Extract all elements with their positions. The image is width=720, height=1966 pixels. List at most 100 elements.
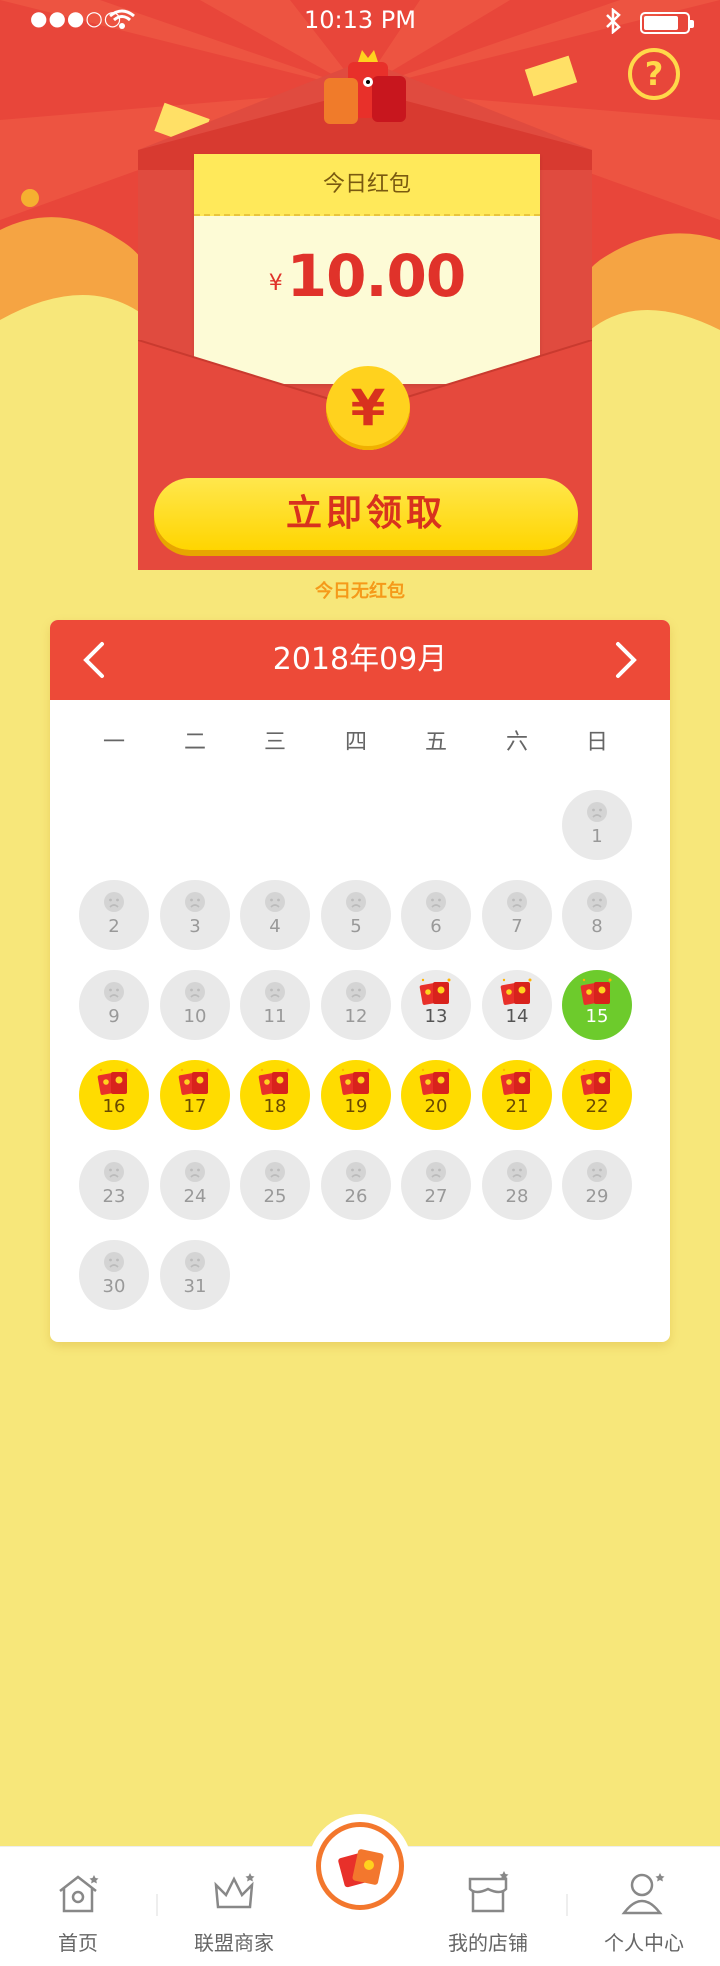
tab-store[interactable]: 我的店铺 [428,1847,548,1966]
day-number: 29 [585,1186,609,1207]
calendar-day[interactable]: 3 [160,880,230,950]
store-icon [468,1871,509,1913]
amount-value: 10.00 [286,242,466,310]
red-packet-icon [500,1068,532,1095]
day-number: 15 [585,1006,609,1027]
crown-icon [214,1873,255,1909]
calendar-day[interactable]: 26 [321,1150,391,1220]
red-packet-icon [258,1068,290,1095]
weekday-row: 一 二 三 四 五 六 日 [50,724,670,764]
calendar-day[interactable]: 1 [562,790,632,860]
day-number: 17 [183,1096,207,1117]
calendar-day[interactable]: 24 [160,1150,230,1220]
calendar-day[interactable]: 17 [160,1060,230,1130]
day-number: 11 [263,1006,287,1027]
calendar-day[interactable]: 5 [321,880,391,950]
sad-face-icon [346,1162,366,1182]
calendar-day[interactable]: 23 [79,1150,149,1220]
bluetooth-icon [606,8,621,34]
weekday-fri: 五 [424,730,447,755]
day-number: 22 [585,1096,609,1117]
home-icon [59,1875,99,1913]
user-icon [621,1873,665,1915]
calendar-day[interactable]: 20 [401,1060,471,1130]
sad-face-icon [265,1162,285,1182]
red-packet-icon [580,1068,612,1095]
calendar-day[interactable]: 25 [240,1150,310,1220]
sad-face-icon [426,1162,446,1182]
calendar-title: 2018年09月 [272,642,448,677]
sad-face-icon [507,892,527,912]
sad-face-icon [185,1252,205,1272]
currency-symbol: ¥ [268,271,283,296]
tab-home[interactable]: 首页 [18,1847,138,1966]
calendar: 2018年09月 一 二 三 四 五 六 日 1 2 3 4 5 6 7 8 9 10 11 12 13… [50,620,670,1342]
calendar-day[interactable]: 12 [321,970,391,1040]
calendar-day[interactable]: 27 [401,1150,471,1220]
red-packet-icon [500,978,532,1005]
calendar-day[interactable]: 9 [79,970,149,1040]
red-packet-hero: 今日红包 ¥10.00 ¥ 立即领取 [0,0,720,600]
calendar-day[interactable]: 29 [562,1150,632,1220]
next-month-button[interactable] [606,638,646,682]
calendar-day[interactable]: 28 [482,1150,552,1220]
sad-face-icon [104,1252,124,1272]
calendar-day[interactable]: 22 [562,1060,632,1130]
packet-amount: ¥10.00 [194,242,540,310]
day-number: 16 [102,1096,126,1117]
question-icon[interactable]: ? [628,48,680,100]
weekday-mon: 一 [102,730,125,755]
day-number: 13 [424,1006,448,1027]
day-number: 19 [344,1096,368,1117]
red-packet-icon [339,1068,371,1095]
tab-profile[interactable]: 个人中心 [584,1847,704,1966]
tab-divider [156,1894,158,1916]
sad-face-icon [185,892,205,912]
calendar-day[interactable]: 21 [482,1060,552,1130]
calendar-day[interactable]: 2 [79,880,149,950]
tab-merchants-label: 联盟商家 [194,1931,274,1955]
calendar-day[interactable]: 19 [321,1060,391,1130]
calendar-day[interactable]: 10 [160,970,230,1040]
sad-face-icon [104,1162,124,1182]
calendar-day[interactable]: 11 [240,970,310,1040]
day-number: 12 [344,1006,368,1027]
day-number: 21 [505,1096,529,1117]
sad-face-icon [426,892,446,912]
calendar-day[interactable]: 7 [482,880,552,950]
day-number: 24 [183,1186,207,1207]
sad-face-icon [346,892,366,912]
calendar-day[interactable]: 31 [160,1240,230,1310]
calendar-header: 2018年09月 [50,620,670,700]
day-number: 18 [263,1096,287,1117]
calendar-day[interactable]: 4 [240,880,310,950]
tab-merchants[interactable]: 联盟商家 [174,1847,294,1966]
sad-face-icon [265,982,285,1002]
weekday-wed: 三 [263,730,286,755]
day-number: 20 [424,1096,448,1117]
day-number: 31 [183,1276,207,1297]
red-packet-icon [419,978,451,1005]
day-number: 28 [505,1186,529,1207]
calendar-day[interactable]: 15 [562,970,632,1040]
coin-icon: ¥ [326,366,410,450]
calendar-day[interactable]: 8 [562,880,632,950]
claim-button[interactable]: 立即领取 [154,478,578,550]
calendar-day[interactable]: 13 [401,970,471,1040]
day-number: 14 [505,1006,529,1027]
day-number: 10 [183,1006,207,1027]
tab-home-label: 首页 [58,1931,98,1955]
packet-title: 今日红包 [194,154,540,216]
calendar-day[interactable]: 30 [79,1240,149,1310]
battery-icon [640,12,694,34]
calendar-day[interactable]: 6 [401,880,471,950]
day-number: 9 [108,1006,120,1027]
sad-face-icon [587,1162,607,1182]
tab-red-packet[interactable] [316,1822,404,1910]
calendar-day[interactable]: 14 [482,970,552,1040]
calendar-day[interactable]: 18 [240,1060,310,1130]
day-number: 25 [263,1186,287,1207]
calendar-day[interactable]: 16 [79,1060,149,1130]
sad-face-icon [104,982,124,1002]
tab-profile-label: 个人中心 [604,1931,684,1955]
